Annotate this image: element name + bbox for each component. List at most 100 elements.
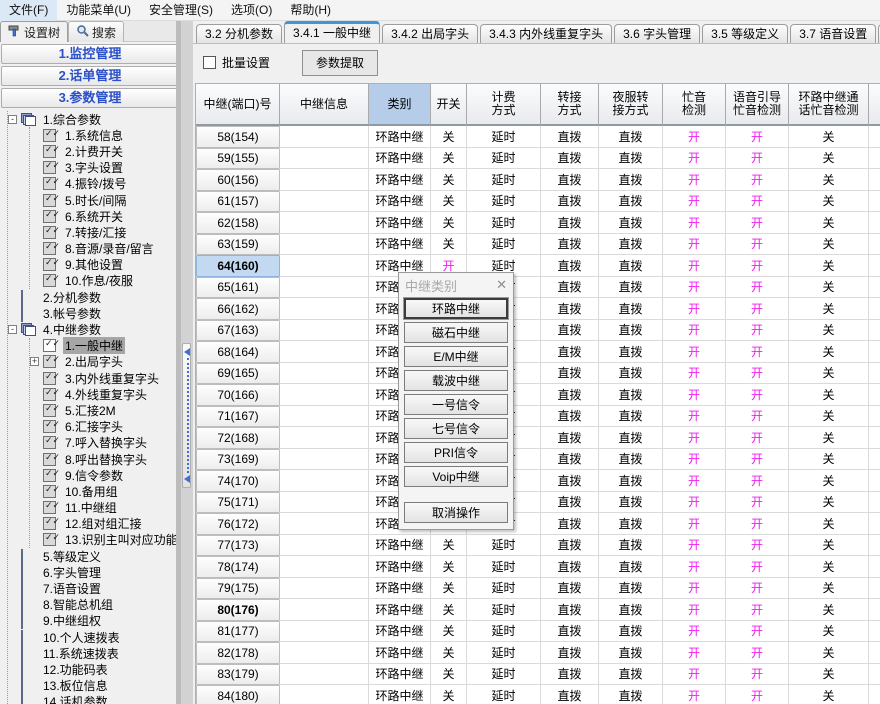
table-cell[interactable]	[280, 621, 369, 643]
table-cell[interactable]: 关	[789, 363, 869, 385]
trunk-port-cell[interactable]: 81(177)	[196, 621, 280, 643]
table-cell[interactable]: 开	[726, 363, 789, 385]
collapse-box-icon[interactable]: -	[8, 115, 17, 124]
table-cell[interactable]: 直拨	[599, 685, 663, 704]
table-cell[interactable]	[280, 578, 369, 600]
table-cell[interactable]: 直拨	[599, 642, 663, 664]
table-cell[interactable]: 延时	[467, 148, 541, 170]
trunk-port-cell[interactable]: 75(171)	[196, 492, 280, 514]
tree-item[interactable]: ✓✓10.作息/夜服	[30, 273, 176, 289]
table-cell[interactable]	[280, 169, 369, 191]
table-cell[interactable]: 关	[789, 341, 869, 363]
table-cell[interactable]: 直拨	[599, 599, 663, 621]
tree-item-label[interactable]: 5.等级定义	[41, 548, 103, 565]
table-cell[interactable]: 开	[726, 320, 789, 342]
tree-item-label[interactable]: 2.出局字头	[63, 353, 125, 370]
table-cell[interactable]: 关	[789, 492, 869, 514]
table-cell[interactable]: 直拨	[599, 341, 663, 363]
table-cell[interactable]: 环路中继	[369, 556, 431, 578]
table-cell[interactable]: 直拨	[541, 234, 599, 256]
table-cell[interactable]: 环路中继	[369, 642, 431, 664]
table-cell[interactable]: 直拨	[599, 535, 663, 557]
table-cell[interactable]: 直拨	[599, 449, 663, 471]
table-cell[interactable]	[280, 427, 369, 449]
table-cell[interactable]: 延时	[467, 599, 541, 621]
table-cell[interactable]	[280, 664, 369, 686]
table-cell[interactable]: 直拨	[599, 169, 663, 191]
table-cell[interactable]: 直拨	[541, 470, 599, 492]
close-icon[interactable]: ✕	[496, 277, 507, 293]
trunk-port-cell[interactable]: 69(165)	[196, 363, 280, 385]
column-header[interactable]: 开关	[431, 84, 467, 126]
tab-3.5[interactable]: 3.5 等级定义	[702, 24, 788, 43]
table-cell[interactable]: 直拨	[541, 578, 599, 600]
trunk-port-cell[interactable]: 60(156)	[196, 169, 280, 191]
tree-item[interactable]: 3.帐号参数	[8, 305, 176, 321]
trunk-port-cell[interactable]: 77(173)	[196, 535, 280, 557]
table-cell[interactable]	[280, 642, 369, 664]
trunk-port-cell[interactable]: 68(164)	[196, 341, 280, 363]
tab-3.6[interactable]: 3.6 字头管理	[614, 24, 700, 43]
table-cell[interactable]: 开	[663, 234, 726, 256]
table-cell[interactable]: 延时	[467, 535, 541, 557]
tree-item-label[interactable]: 9.中继组权	[41, 612, 103, 629]
trunk-port-cell[interactable]: 74(170)	[196, 470, 280, 492]
table-cell[interactable]: 开	[726, 277, 789, 299]
table-cell[interactable]: 开	[726, 148, 789, 170]
table-cell[interactable]	[280, 126, 369, 148]
table-cell[interactable]: 直拨	[541, 212, 599, 234]
tree-item[interactable]: ✓✓7.呼入替换字头	[30, 435, 176, 451]
tree-item[interactable]: ✓✓3.内外线重复字头	[30, 370, 176, 386]
table-cell[interactable]: 直拨	[541, 320, 599, 342]
table-cell[interactable]: 关	[431, 621, 467, 643]
table-cell[interactable]: 直拨	[599, 621, 663, 643]
tree-item[interactable]: -1.综合参数	[8, 111, 176, 127]
table-cell[interactable]: 开	[663, 513, 726, 535]
table-cell[interactable]: 开	[663, 685, 726, 704]
tree-item-label[interactable]: 1.系统信息	[63, 127, 125, 144]
table-cell[interactable]: 关	[789, 298, 869, 320]
tree-item-label[interactable]: 4.中继参数	[41, 321, 103, 338]
tree-item[interactable]: ✓✓8.音源/录音/留言	[30, 241, 176, 257]
tree-item-label[interactable]: 14.话机参数	[41, 693, 110, 704]
section-button-2[interactable]: 2.话单管理	[1, 66, 179, 86]
table-cell[interactable]: 关	[789, 320, 869, 342]
trunk-type-option[interactable]: PRI信令	[404, 442, 508, 463]
table-cell[interactable]: 直拨	[599, 148, 663, 170]
table-cell[interactable]	[280, 255, 369, 277]
table-cell[interactable]: 开	[726, 255, 789, 277]
table-cell[interactable]: 关	[789, 234, 869, 256]
trunk-port-cell[interactable]: 79(175)	[196, 578, 280, 600]
table-cell[interactable]: 开	[663, 406, 726, 428]
tree-item-label[interactable]: 1.一般中继	[63, 337, 125, 354]
table-cell[interactable]: 直拨	[599, 427, 663, 449]
table-cell[interactable]: 延时	[467, 212, 541, 234]
table-cell[interactable]: 关	[789, 621, 869, 643]
table-cell[interactable]: 直拨	[541, 191, 599, 213]
table-cell[interactable]: 关	[431, 212, 467, 234]
tree-item[interactable]: 2.分机参数	[8, 289, 176, 305]
tree-item-label[interactable]: 5.时长/间隔	[63, 192, 128, 209]
tree-item[interactable]: ✓✓5.时长/间隔	[30, 192, 176, 208]
table-cell[interactable]: 开	[663, 621, 726, 643]
table-cell[interactable]	[280, 599, 369, 621]
table-cell[interactable]: 开	[663, 298, 726, 320]
column-header[interactable]: 中继(端口)号	[196, 84, 280, 126]
tree-item-label[interactable]: 6.系统开关	[63, 208, 125, 225]
tree-item-label[interactable]: 9.信令参数	[63, 467, 125, 484]
table-cell[interactable]	[280, 556, 369, 578]
tree-item[interactable]: 13.板位信息	[8, 678, 176, 694]
table-cell[interactable]	[280, 148, 369, 170]
table-cell[interactable]	[280, 470, 369, 492]
trunk-port-cell[interactable]: 71(167)	[196, 406, 280, 428]
trunk-port-cell[interactable]: 80(176)	[196, 599, 280, 621]
table-cell[interactable]: 关	[431, 126, 467, 148]
tree-item-label[interactable]: 10.作息/夜服	[63, 272, 135, 289]
table-cell[interactable]: 开	[663, 599, 726, 621]
table-cell[interactable]: 直拨	[599, 191, 663, 213]
trunk-port-cell[interactable]: 62(158)	[196, 212, 280, 234]
column-header[interactable]: 环路中继通 话忙音检测	[789, 84, 869, 126]
tab-3.4.1[interactable]: 3.4.1 一般中继	[284, 21, 380, 43]
table-cell[interactable]: 开	[663, 642, 726, 664]
table-cell[interactable]: 开	[726, 234, 789, 256]
